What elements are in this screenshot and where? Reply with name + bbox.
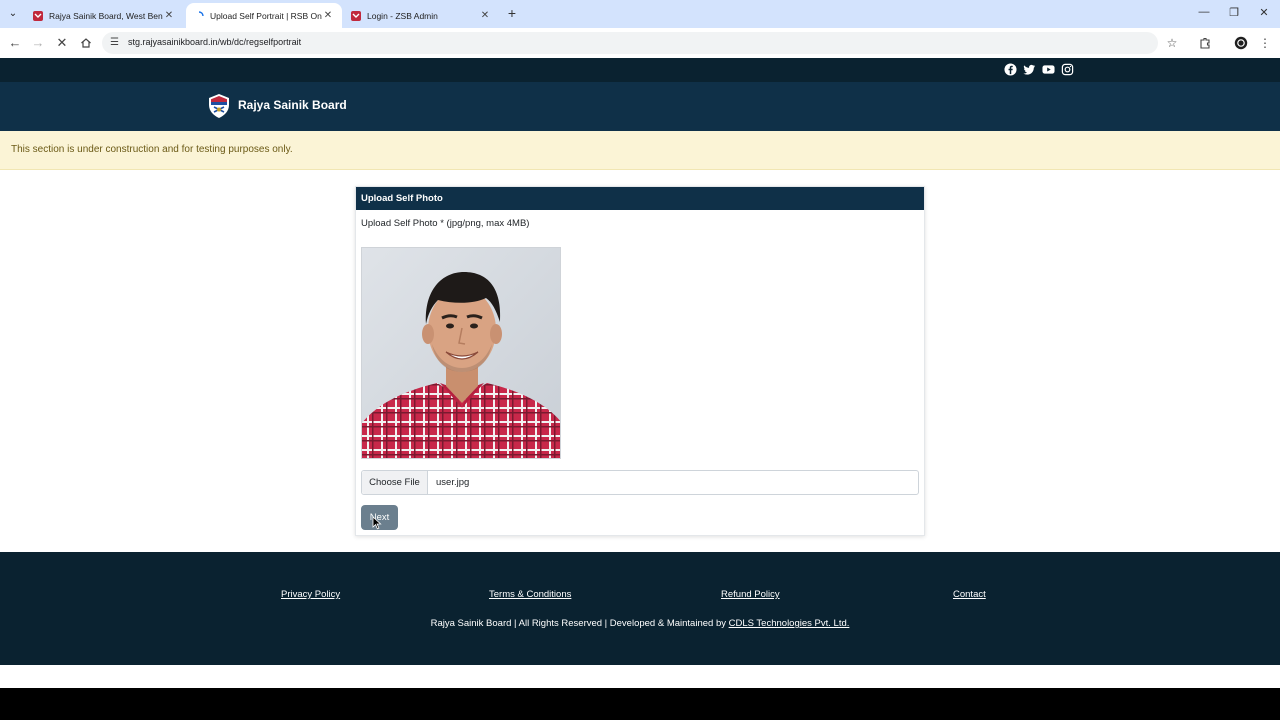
tab-title: Upload Self Portrait | RSB Onlin [210, 10, 322, 21]
web-page: Rajya Sainik Board This section is under… [0, 58, 1280, 688]
site-footer: Privacy Policy Terms & Conditions Refund… [0, 552, 1280, 665]
bookmark-star-icon[interactable]: ☆ [1163, 34, 1181, 52]
copyright-line: Rajya Sainik Board | All Rights Reserved… [0, 618, 1280, 629]
rsb-logo-icon[interactable] [205, 92, 233, 120]
extensions-icon[interactable] [1196, 34, 1214, 52]
site-header: Rajya Sainik Board [0, 82, 1280, 131]
card-title: Upload Self Photo [356, 187, 924, 210]
address-bar[interactable]: ☰ stg.rajyasainikboard.in/wb/dc/regselfp… [102, 32, 1158, 54]
close-window-icon[interactable]: ✕ [1257, 6, 1271, 19]
browser-tab-1[interactable]: Rajya Sainik Board, West Benga ✕ [25, 3, 183, 28]
uploaded-photo-preview [361, 247, 561, 459]
file-input[interactable]: Choose File user.jpg [361, 470, 919, 495]
portrait-image [362, 248, 560, 458]
rsb-favicon-icon [33, 10, 43, 21]
top-social-strip [0, 58, 1280, 82]
close-tab-icon[interactable]: ✕ [163, 10, 175, 21]
zsb-favicon-icon [351, 10, 361, 21]
privacy-policy-link[interactable]: Privacy Policy [281, 589, 340, 600]
selected-file-name: user.jpg [436, 477, 470, 488]
tab-search-chevron-icon[interactable]: ⌄ [4, 5, 22, 23]
forward-icon[interactable]: → [29, 34, 47, 52]
choose-file-button[interactable]: Choose File [362, 471, 428, 494]
loading-spinner-icon [198, 10, 204, 16]
construction-notice: This section is under construction and f… [0, 131, 1280, 170]
new-tab-icon[interactable]: + [505, 5, 519, 21]
restore-icon[interactable]: ❐ [1227, 6, 1241, 19]
menu-icon[interactable]: ⋮ [1256, 34, 1274, 52]
browser-tab-2[interactable]: Upload Self Portrait | RSB Onlin ✕ [186, 3, 342, 28]
refund-policy-link[interactable]: Refund Policy [721, 589, 780, 600]
browser-tab-3[interactable]: Login - ZSB Admin ✕ [343, 3, 499, 28]
developer-link[interactable]: CDLS Technologies Pvt. Ltd. [729, 618, 850, 629]
twitter-icon[interactable] [1023, 63, 1036, 76]
site-settings-icon[interactable]: ☰ [110, 36, 122, 50]
upload-photo-card: Upload Self Photo Upload Self Photo * (j… [355, 186, 925, 536]
stop-loading-icon[interactable]: ✕ [53, 34, 71, 52]
browser-tab-bar: ⌄ Rajya Sainik Board, West Benga ✕ Uploa… [0, 0, 1280, 28]
tab-title: Login - ZSB Admin [367, 10, 438, 21]
close-tab-icon[interactable]: ✕ [479, 10, 491, 21]
close-tab-icon[interactable]: ✕ [322, 10, 334, 21]
copyright-text: Rajya Sainik Board | All Rights Reserved… [430, 618, 729, 629]
mouse-cursor-icon [372, 516, 382, 530]
notice-text: This section is under construction and f… [11, 144, 293, 155]
youtube-icon[interactable] [1042, 63, 1055, 76]
contact-link[interactable]: Contact [953, 589, 986, 600]
url-text: stg.rajyasainikboard.in/wb/dc/regselfpor… [128, 37, 302, 47]
back-icon[interactable]: ← [6, 34, 24, 52]
instagram-icon[interactable] [1061, 63, 1074, 76]
profile-icon[interactable] [1232, 34, 1250, 52]
tab-title: Rajya Sainik Board, West Benga [49, 10, 163, 21]
upload-photo-label: Upload Self Photo * (jpg/png, max 4MB) [361, 218, 530, 229]
minimize-icon[interactable]: — [1197, 6, 1211, 18]
terms-conditions-link[interactable]: Terms & Conditions [489, 589, 571, 600]
site-brand-title[interactable]: Rajya Sainik Board [238, 98, 347, 112]
facebook-icon[interactable] [1004, 63, 1017, 76]
home-icon[interactable] [77, 34, 95, 52]
browser-toolbar: ← → ✕ ☰ stg.rajyasainikboard.in/wb/dc/re… [0, 28, 1280, 58]
